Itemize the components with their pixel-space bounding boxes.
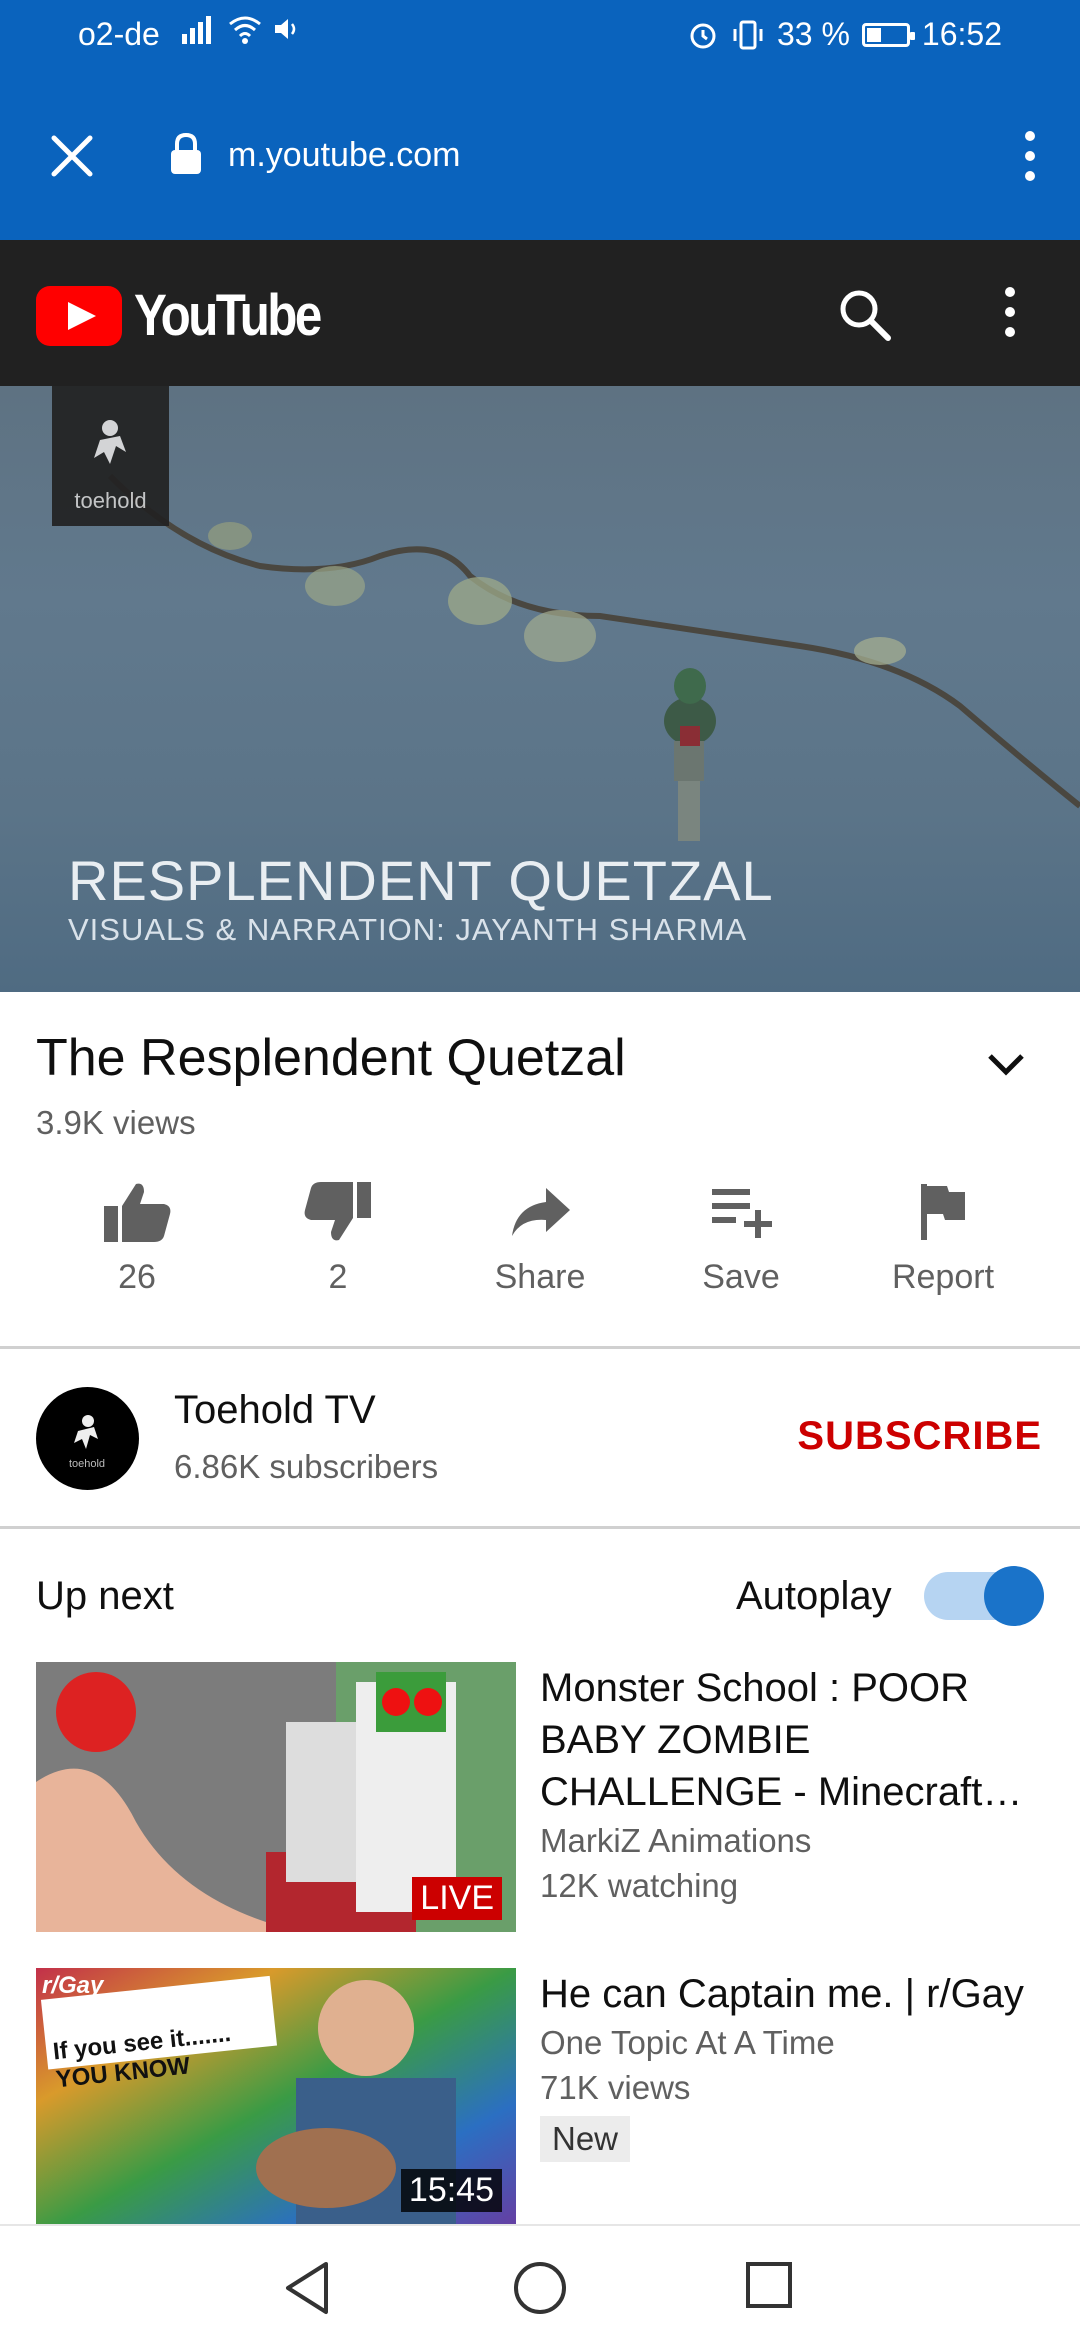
up-next-heading: Up next [36,1574,174,1618]
url-field[interactable]: m.youtube.com [228,136,460,175]
chevron-down-icon[interactable] [986,1050,1026,1078]
browser-toolbar: m.youtube.com [0,72,1080,240]
subscribe-button[interactable]: SUBSCRIBE [797,1414,1042,1459]
save-button[interactable]: Save [641,1180,841,1297]
subscriber-count: 6.86K subscribers [174,1448,439,1485]
channel-watermark: toehold [52,386,169,526]
video-meta: Monster School : POOR BABY ZOMBIE CHALLE… [540,1662,1046,1908]
status-bar: o2-de 33 % 16:52 [0,0,1080,72]
dislike-count: 2 [328,1258,348,1296]
autoplay-toggle[interactable] [924,1566,1044,1626]
status-right: 33 % 16:52 [687,16,1002,53]
youtube-play-icon [36,285,122,346]
recents-icon[interactable] [744,2260,794,2310]
share-button[interactable]: Share [440,1180,640,1297]
video-title[interactable]: He can Captain me. | r/Gay [540,1968,1046,2020]
vibrate-icon [733,20,763,49]
playlist-add-icon [712,1189,772,1238]
signal-icons [182,14,300,44]
battery-fill [866,27,881,42]
thumbs-down-icon [304,1182,371,1241]
share-icon [512,1188,570,1236]
thumbs-up-icon [104,1183,171,1242]
channel-logo-icon: toehold [69,1415,105,1470]
new-badge: New [540,2116,631,2162]
save-label: Save [702,1258,780,1296]
back-icon[interactable] [282,2260,332,2316]
video-stat: 71K views [540,2069,691,2106]
video-title[interactable]: The Resplendent Quetzal [36,1028,626,1088]
clock: 16:52 [921,16,1002,52]
video-thumbnail[interactable]: LIVE [36,1662,516,1932]
video-meta: He can Captain me. | r/Gay One Topic At … [540,1968,1046,2162]
avatar-text: toehold [69,1458,105,1470]
like-button[interactable]: 26 [37,1180,237,1297]
divider [0,1346,1080,1349]
volume-icon [275,19,296,39]
system-nav-bar [0,2224,1080,2342]
battery-percent: 33 % [776,16,850,52]
video-title[interactable]: Monster School : POOR BABY ZOMBIE CHALLE… [540,1662,1046,1818]
avatar[interactable]: toehold [36,1387,139,1490]
video-overlay-title: RESPLENDENT QUETZAL [68,849,774,912]
video-thumbnail[interactable]: r/Gay If you see it....... YOU KNOW 15:4… [36,1968,516,2224]
video-actions: 26 2 Share Save Report [0,1180,1080,1330]
dislike-button[interactable]: 2 [238,1180,438,1297]
more-options-icon[interactable] [994,280,1026,344]
video-player[interactable]: toehold RESPLENDENT QUETZAL VISUALS & NA… [0,386,1080,992]
lock-icon [171,132,201,174]
battery-icon [861,22,915,47]
youtube-header: YouTube [0,240,1080,386]
autoplay-label: Autoplay [736,1574,892,1618]
view-count: 3.9K views [36,1104,196,1141]
signal-icon [182,16,211,44]
search-icon[interactable] [836,286,892,342]
report-label: Report [891,1258,995,1296]
duration-badge: 15:45 [400,2169,502,2212]
list-item[interactable]: LIVE Monster School : POOR BABY ZOMBIE C… [36,1662,1046,1932]
wifi-icon [229,16,261,44]
channel-name[interactable]: Toehold TV [174,1388,376,1433]
divider [0,1526,1080,1529]
youtube-logo[interactable]: YouTube [36,282,352,349]
report-button[interactable]: Report [843,1180,1043,1297]
toggle-knob [984,1566,1044,1626]
video-overlay-credit: VISUALS & NARRATION: JAYANTH SHARMA [68,912,748,947]
close-icon[interactable] [46,130,98,182]
share-label: Share [494,1258,586,1296]
carrier-label: o2-de [78,16,160,52]
climber-logo-icon [94,420,126,464]
list-item[interactable]: r/Gay If you see it....... YOU KNOW 15:4… [36,1968,1046,2224]
home-icon[interactable] [512,2260,568,2316]
youtube-wordmark: YouTube [134,283,322,348]
browser-menu-icon[interactable] [1010,124,1050,188]
thumbnail-tag: r/Gay [42,1972,104,1999]
like-count: 26 [118,1258,156,1296]
video-channel: MarkiZ Animations [540,1822,812,1859]
video-channel: One Topic At A Time [540,2024,835,2061]
video-stat: 12K watching [540,1867,739,1904]
alarm-icon [690,23,716,48]
watermark-text: toehold [74,488,147,513]
flag-icon [921,1184,965,1240]
live-badge: LIVE [412,1877,502,1920]
